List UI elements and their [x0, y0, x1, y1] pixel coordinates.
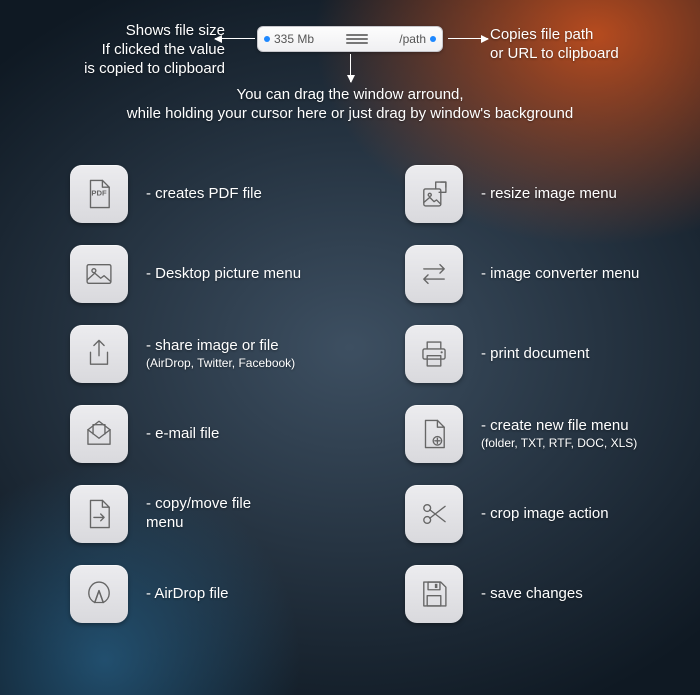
mail-icon	[82, 417, 116, 451]
floppy-icon	[417, 577, 451, 611]
row-save: - save changes	[405, 565, 660, 623]
email-label: - e-mail file	[146, 425, 219, 444]
pdf-icon: PDF	[82, 177, 116, 211]
pdf-label: - creates PDF file	[146, 185, 262, 204]
row-email: - e-mail file	[70, 405, 325, 463]
row-newfile: - create new file menu (folder, TXT, RTF…	[405, 405, 660, 463]
share-button[interactable]	[70, 325, 128, 383]
desktop-picture-button[interactable]	[70, 245, 128, 303]
arrow-right	[448, 38, 488, 39]
airdrop-icon	[82, 577, 116, 611]
move-label: - copy/move file menu	[146, 495, 251, 533]
print-button[interactable]	[405, 325, 463, 383]
row-share: - share image or file (AirDrop, Twitter,…	[70, 325, 325, 383]
print-icon	[417, 337, 451, 371]
convert-button[interactable]	[405, 245, 463, 303]
dot-left	[264, 36, 270, 42]
left-column: PDF - creates PDF file - Desktop picture…	[70, 165, 325, 685]
crop-button[interactable]	[405, 485, 463, 543]
resize-label: - resize image menu	[481, 185, 617, 204]
convert-label: - image converter menu	[481, 265, 639, 284]
row-convert: - image converter menu	[405, 245, 660, 303]
email-button[interactable]	[70, 405, 128, 463]
row-move: - copy/move file menu	[70, 485, 325, 543]
move-file-icon	[82, 497, 116, 531]
airdrop-label: - AirDrop file	[146, 585, 229, 604]
annotation-drag: You can drag the window arround, while h…	[50, 86, 650, 124]
print-label: - print document	[481, 345, 589, 364]
resize-image-button[interactable]	[405, 165, 463, 223]
picture-icon	[82, 257, 116, 291]
row-crop: - crop image action	[405, 485, 660, 543]
convert-icon	[417, 257, 451, 291]
arrow-down	[350, 54, 351, 82]
scissors-icon	[417, 497, 451, 531]
save-button[interactable]	[405, 565, 463, 623]
newfile-label: - create new file menu (folder, TXT, RTF…	[481, 417, 637, 451]
actions-grid: PDF - creates PDF file - Desktop picture…	[0, 165, 700, 685]
dot-right	[430, 36, 436, 42]
row-print: - print document	[405, 325, 660, 383]
crop-label: - crop image action	[481, 505, 609, 524]
new-file-icon	[417, 417, 451, 451]
right-column: - resize image menu - image converter me…	[405, 165, 660, 685]
annotation-size: Shows file size If clicked the value is …	[10, 22, 225, 78]
resize-icon	[417, 177, 451, 211]
row-desktop: - Desktop picture menu	[70, 245, 325, 303]
airdrop-button[interactable]	[70, 565, 128, 623]
row-resize: - resize image menu	[405, 165, 660, 223]
share-icon	[82, 337, 116, 371]
file-path-label[interactable]: /path	[399, 32, 426, 46]
desktop-label: - Desktop picture menu	[146, 265, 301, 284]
toolbar[interactable]: 335 Mb /path	[257, 26, 443, 52]
row-pdf: PDF - creates PDF file	[70, 165, 325, 223]
share-label: - share image or file (AirDrop, Twitter,…	[146, 337, 295, 371]
copy-move-button[interactable]	[70, 485, 128, 543]
save-label: - save changes	[481, 585, 583, 604]
row-airdrop: - AirDrop file	[70, 565, 325, 623]
svg-text:PDF: PDF	[91, 189, 107, 198]
pdf-button[interactable]: PDF	[70, 165, 128, 223]
new-file-button[interactable]	[405, 405, 463, 463]
file-size-label[interactable]: 335 Mb	[274, 32, 314, 46]
annotation-path: Copies file path or URL to clipboard	[490, 26, 690, 64]
drag-handle-icon[interactable]	[314, 34, 399, 44]
